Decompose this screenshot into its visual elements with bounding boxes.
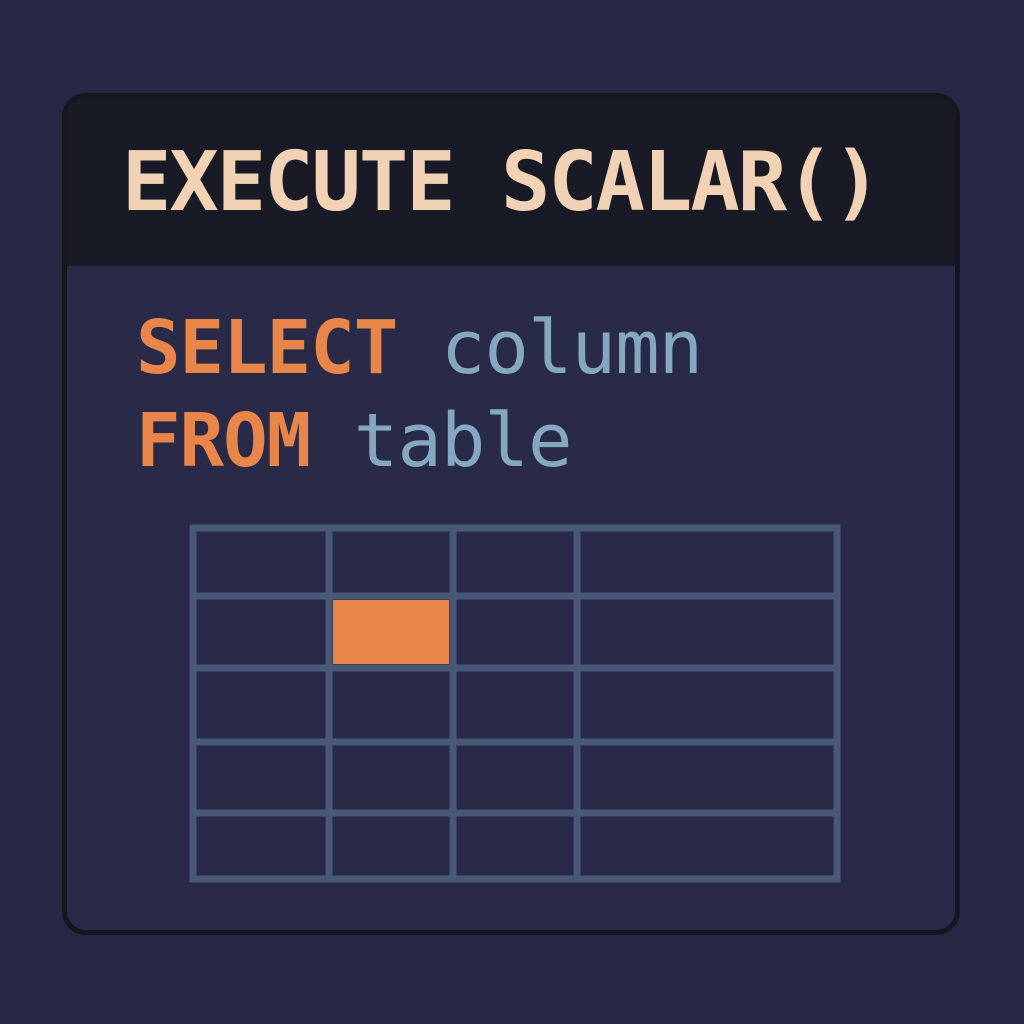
selected-scalar-cell	[333, 600, 449, 664]
result-table-grid	[189, 524, 841, 883]
page: EXECUTE SCALAR() SELECT column FROM tabl…	[0, 0, 1024, 1024]
